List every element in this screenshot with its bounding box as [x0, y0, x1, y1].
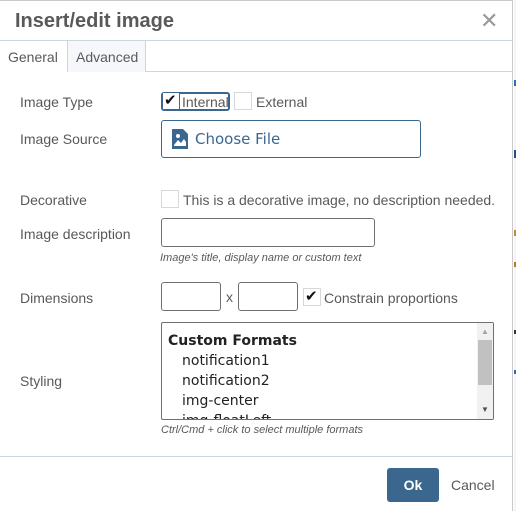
dimensions-separator: x	[226, 289, 233, 305]
dimensions-label: Dimensions	[20, 290, 94, 306]
footer-divider	[0, 456, 513, 457]
image-description-hint: Image's title, display name or custom te…	[160, 252, 362, 264]
internal-label[interactable]: Internal	[182, 94, 229, 110]
insert-edit-image-dialog: Insert/edit image ✕ General Advanced Ima…	[0, 0, 513, 511]
checkbox-divider	[179, 94, 180, 109]
decorative-checkbox-label[interactable]: This is a decorative image, no descripti…	[183, 192, 495, 208]
styling-hint: Ctrl/Cmd + click to select multiple form…	[161, 424, 364, 436]
checkmark-icon: ✔	[305, 288, 318, 305]
dialog-header: Insert/edit image ✕	[0, 1, 513, 41]
choose-file-label: Choose File	[195, 130, 281, 148]
decorative-checkbox[interactable]	[161, 190, 179, 208]
checkmark-icon: ✔	[164, 92, 177, 109]
tab-bar: General Advanced	[0, 41, 513, 72]
ok-button[interactable]: Ok	[387, 468, 439, 502]
format-option[interactable]: img-floatLeft	[182, 413, 271, 419]
cancel-button[interactable]: Cancel	[451, 468, 495, 502]
image-file-icon	[172, 129, 188, 149]
dialog-title: Insert/edit image	[15, 10, 174, 32]
styling-listbox[interactable]: Custom Formats notification1 notificatio…	[161, 322, 494, 420]
listbox-scrollbar[interactable]: ▲ ▼	[477, 323, 493, 419]
constrain-proportions-label[interactable]: Constrain proportions	[324, 290, 458, 306]
choose-file-button[interactable]: Choose File	[161, 120, 421, 158]
height-input[interactable]	[238, 282, 298, 311]
custom-formats-group: Custom Formats	[168, 333, 297, 349]
scroll-down-arrow-icon[interactable]: ▼	[477, 403, 493, 417]
image-source-label: Image Source	[20, 131, 108, 147]
scroll-up-arrow-icon[interactable]: ▲	[477, 325, 493, 339]
format-option[interactable]: img-center	[182, 393, 259, 409]
internal-checkbox[interactable]: ✔	[163, 92, 179, 109]
constrain-proportions-checkbox[interactable]: ✔	[303, 288, 321, 306]
width-input[interactable]	[161, 282, 221, 311]
external-label[interactable]: External	[256, 94, 307, 110]
decorative-label: Decorative	[20, 192, 87, 208]
external-checkbox[interactable]	[234, 92, 252, 110]
styling-label: Styling	[20, 373, 63, 389]
format-option[interactable]: notification1	[182, 353, 270, 369]
image-type-label: Image Type	[20, 94, 93, 110]
image-description-label: Image description	[20, 226, 131, 242]
tab-advanced[interactable]: Advanced	[67, 41, 146, 72]
image-description-input[interactable]	[161, 218, 375, 247]
tab-general[interactable]: General	[0, 41, 67, 72]
format-option[interactable]: notification2	[182, 373, 270, 389]
scrollbar-thumb[interactable]	[478, 340, 492, 385]
close-icon[interactable]: ✕	[480, 10, 498, 32]
